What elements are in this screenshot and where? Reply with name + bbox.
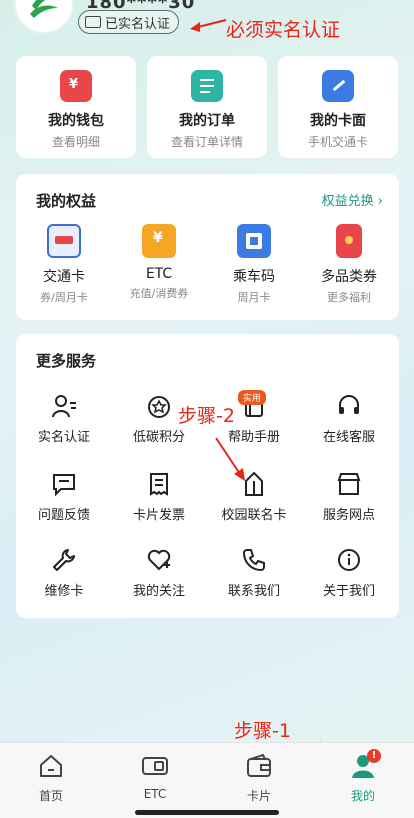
tab-cards[interactable]: 卡片 <box>219 753 299 804</box>
wrench-icon <box>50 546 78 574</box>
card-face-title: 我的卡面 <box>310 113 366 129</box>
benefit-sub: 充值/消费券 <box>129 287 189 300</box>
transit-card-icon <box>47 224 81 258</box>
store-icon <box>335 470 363 498</box>
service-label: 实名认证 <box>37 430 90 445</box>
service-my-follow[interactable]: 我的关注 <box>114 546 204 599</box>
info-icon <box>335 546 363 574</box>
tab-mine[interactable]: 我的 <box>323 753 403 804</box>
benefit-etc[interactable]: ¥ ETC 充值/消费券 <box>114 224 204 301</box>
service-label: 联系我们 <box>227 584 280 599</box>
annotation-note: 必须实名认证 <box>226 19 341 41</box>
service-online-support[interactable]: 在线客服 <box>304 392 394 445</box>
avatar[interactable] <box>14 0 74 34</box>
ride-code-icon <box>237 224 271 258</box>
tab-etc[interactable]: ETC <box>115 753 195 801</box>
benefit-sub: 周月卡 <box>237 291 271 304</box>
id-card-icon <box>85 16 101 28</box>
service-label: 低碳积分 <box>132 430 185 445</box>
tab-label: 卡片 <box>246 789 271 803</box>
benefits-exchange-link[interactable]: 权益兑换 › <box>322 190 383 209</box>
service-label: 卡片发票 <box>132 508 185 523</box>
benefit-transit-card[interactable]: 交通卡 券/周月卡 <box>19 224 109 305</box>
new-tag: 实用 <box>238 390 267 405</box>
user-verify-icon <box>50 392 78 420</box>
benefit-sub: 更多福利 <box>327 291 371 304</box>
phone-icon <box>240 546 268 574</box>
benefit-label: ETC <box>145 266 173 282</box>
services-title: 更多服务 <box>36 352 97 370</box>
benefit-coupons[interactable]: 多品类券 更多福利 <box>304 224 394 305</box>
orders-card[interactable]: 我的订单 查看订单详情 <box>147 56 267 158</box>
service-contact-us[interactable]: 联系我们 <box>209 546 299 599</box>
tab-home[interactable]: 首页 <box>11 753 91 804</box>
card-face-card[interactable]: 我的卡面 手机交通卡 <box>278 56 398 158</box>
service-label: 我的关注 <box>132 584 185 599</box>
benefit-sub: 券/周月卡 <box>40 291 88 304</box>
home-icon <box>40 755 62 777</box>
card-face-icon <box>322 70 354 102</box>
verified-badge-label: 已实名认证 <box>105 16 171 32</box>
annotation-step2: 步骤-2 <box>178 405 235 427</box>
service-label: 在线客服 <box>322 430 375 445</box>
benefit-label: 多品类券 <box>321 269 377 285</box>
service-label: 问题反馈 <box>37 508 90 523</box>
feedback-icon <box>50 470 78 498</box>
service-branches[interactable]: 服务网点 <box>304 470 394 523</box>
wallet-title: 我的钱包 <box>48 113 104 129</box>
service-invoice[interactable]: 卡片发票 <box>114 470 204 523</box>
service-label: 维修卡 <box>44 584 84 599</box>
etc-icon: ¥ <box>142 224 176 258</box>
verified-badge[interactable]: 已实名认证 <box>78 10 180 34</box>
orders-sub: 查看订单详情 <box>170 135 243 149</box>
headset-icon <box>335 392 363 420</box>
benefits-title: 我的权益 <box>36 192 97 210</box>
etc-tab-icon <box>142 757 168 775</box>
tab-label: 我的 <box>350 789 375 803</box>
wallet-sub: 查看明细 <box>51 135 100 149</box>
low-carbon-icon <box>145 392 173 420</box>
tab-label: 首页 <box>38 789 63 803</box>
service-about-us[interactable]: 关于我们 <box>304 546 394 599</box>
annotation-arrow-icon <box>190 19 227 32</box>
benefit-label: 乘车码 <box>233 269 275 285</box>
card-face-sub: 手机交通卡 <box>307 135 368 149</box>
wallet-tab-icon <box>247 753 271 777</box>
chevron-right-icon: › <box>377 194 383 209</box>
app-logo-icon <box>30 0 58 18</box>
invoice-icon <box>145 470 173 498</box>
tab-label: ETC <box>143 787 167 801</box>
wallet-card[interactable]: ¥ 我的钱包 查看明细 <box>16 56 136 158</box>
order-icon <box>191 70 223 102</box>
heart-plus-icon <box>145 546 173 574</box>
orders-title: 我的订单 <box>179 113 235 129</box>
service-label: 服务网点 <box>322 508 375 523</box>
coupon-icon <box>336 224 362 258</box>
benefit-label: 交通卡 <box>43 269 85 285</box>
service-label: 关于我们 <box>322 584 375 599</box>
service-real-name[interactable]: 实名认证 <box>19 392 109 445</box>
annotation-step1: 步骤-1 <box>234 720 291 742</box>
bottom-tab-bar: 首页 ETC 卡片 我的 <box>0 742 414 818</box>
home-indicator <box>135 810 279 815</box>
wallet-icon: ¥ <box>60 70 92 102</box>
service-feedback[interactable]: 问题反馈 <box>19 470 109 523</box>
benefits-panel: 我的权益 权益兑换 › 交通卡 券/周月卡 ¥ ETC 充值/消费券 乘车码 周… <box>16 174 399 320</box>
services-panel: 更多服务 实名认证 低碳积分 帮助手册 在线客服 问题反馈 卡片发票 校园联名卡… <box>16 334 399 618</box>
annotation-arrow-step2-icon <box>215 437 245 481</box>
notification-badge: ! <box>367 749 381 763</box>
service-repair-card[interactable]: 维修卡 <box>19 546 109 599</box>
benefits-exchange-label: 权益兑换 <box>321 194 374 209</box>
service-label: 校园联名卡 <box>221 508 287 523</box>
benefit-ride-code[interactable]: 乘车码 周月卡 <box>209 224 299 305</box>
